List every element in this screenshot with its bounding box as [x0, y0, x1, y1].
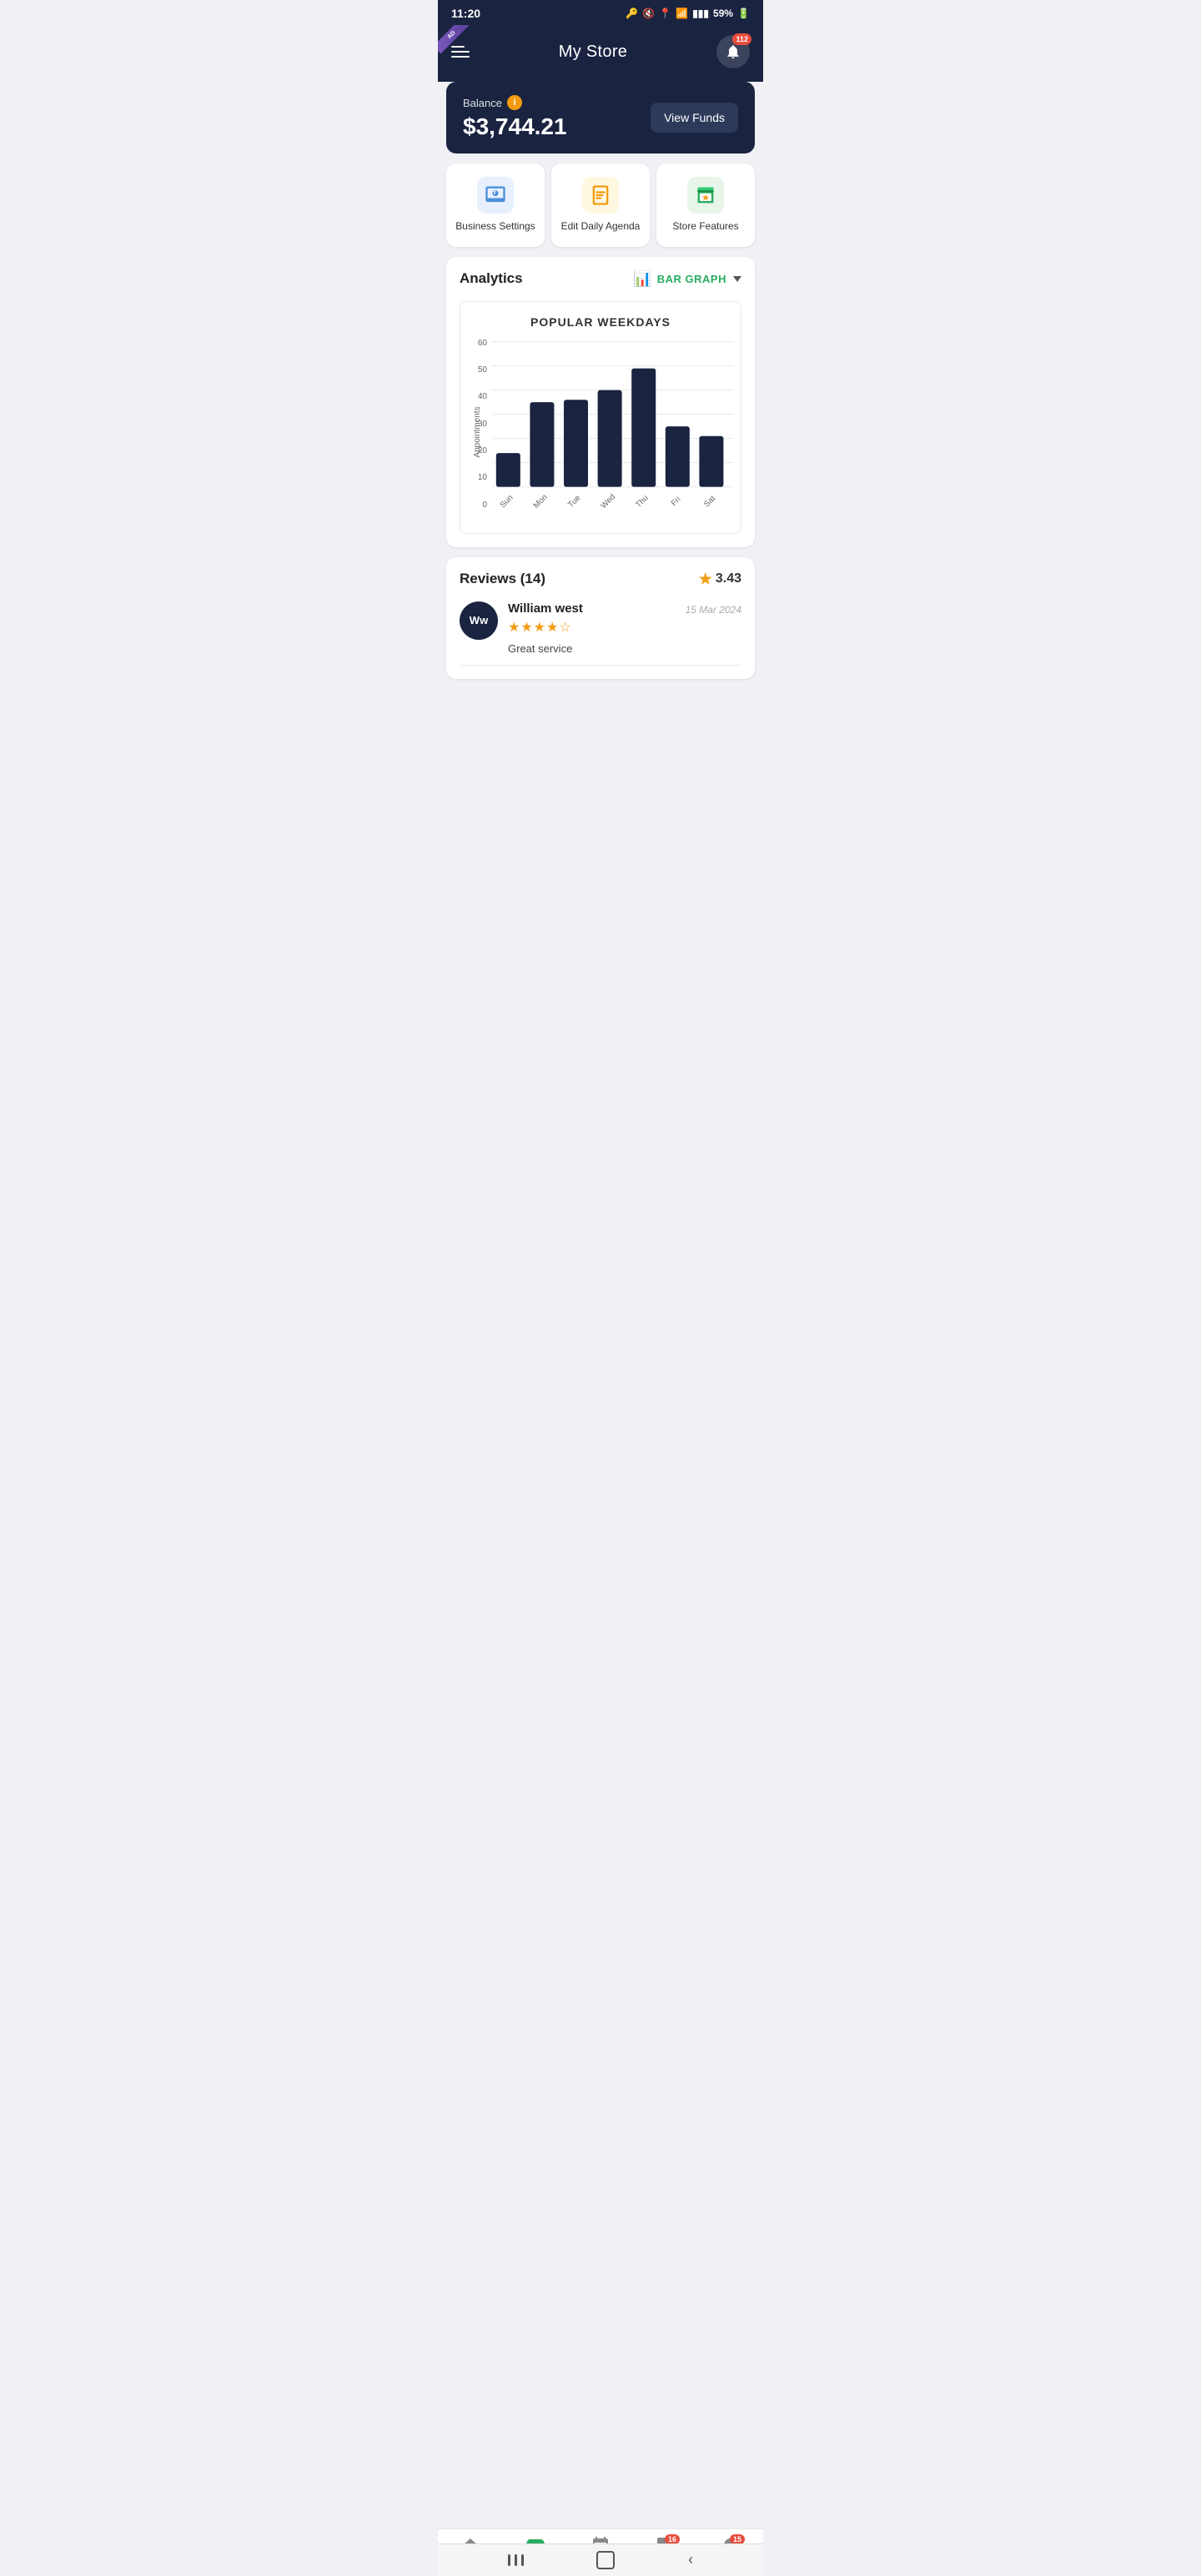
analytics-section: Analytics 📊 BAR GRAPH POPULAR WEEKDAYS 6…: [446, 257, 755, 547]
bar-chart-svg: Sun Mon Tue Wed Thu Fri Sat: [492, 339, 734, 522]
balance-info: Balance i $3,744.21: [463, 95, 567, 140]
android-menu-icon[interactable]: [508, 2551, 524, 2569]
store-icon: [694, 184, 717, 207]
svg-text:Wed: Wed: [600, 492, 618, 511]
bars-area: Sun Mon Tue Wed Thu Fri Sat: [492, 339, 734, 526]
chart-type-label: BAR GRAPH: [657, 273, 726, 285]
chart-title: POPULAR WEEKDAYS: [467, 315, 734, 329]
settings-icon: [484, 184, 507, 207]
view-funds-button[interactable]: View Funds: [651, 103, 738, 133]
y-axis-title: Appointments: [473, 407, 482, 458]
android-home-icon[interactable]: [596, 2551, 615, 2569]
notification-button[interactable]: 112: [716, 35, 750, 68]
android-back-icon[interactable]: ‹: [688, 2551, 693, 2569]
reviewer-avatar: Ww: [460, 601, 498, 640]
balance-info-button[interactable]: i: [507, 95, 522, 110]
reviews-title: Reviews (14): [460, 571, 545, 587]
battery-icon: 🔋: [737, 8, 750, 19]
analytics-header: Analytics 📊 BAR GRAPH: [460, 270, 741, 288]
store-features-card[interactable]: Store Features: [656, 164, 755, 247]
store-features-icon-wrapper: [687, 177, 724, 214]
status-bar: 11:20 🔑 🔇 📍 📶 ▮▮▮ 59% 🔋: [438, 0, 763, 25]
store-features-label: Store Features: [672, 220, 738, 234]
agenda-icon: [589, 184, 612, 207]
balance-card: Balance i $3,744.21 View Funds: [446, 82, 755, 153]
business-settings-card[interactable]: Business Settings: [446, 164, 545, 247]
svg-text:Sun: Sun: [499, 493, 515, 510]
svg-text:Tue: Tue: [566, 493, 582, 509]
header: AD My Store 112: [438, 25, 763, 82]
edit-daily-agenda-label: Edit Daily Agenda: [561, 220, 641, 234]
svg-text:Fri: Fri: [670, 495, 683, 508]
svg-text:Thu: Thu: [634, 493, 651, 510]
rating-value: 3.43: [716, 571, 741, 586]
mute-icon: 🔇: [642, 8, 655, 19]
battery-display: 59%: [713, 8, 733, 19]
key-icon: 🔑: [626, 8, 638, 19]
android-nav-bar: ‹: [438, 2543, 763, 2576]
quick-actions: Business Settings Edit Daily Agenda: [446, 164, 755, 247]
review-content: William west 15 Mar 2024 ★★★★☆ Great ser…: [508, 601, 741, 655]
svg-text:Sat: Sat: [702, 494, 717, 509]
wifi-icon: 📶: [676, 8, 688, 19]
agenda-icon-wrapper: [582, 177, 619, 214]
balance-label: Balance i: [463, 95, 567, 110]
review-date: 15 Mar 2024: [686, 604, 741, 616]
signal-icon: ▮▮▮: [692, 8, 709, 19]
review-meta: William west 15 Mar 2024: [508, 601, 741, 619]
chart-container: POPULAR WEEKDAYS 60 50 40 30 20 10 0 App…: [460, 301, 741, 534]
edit-daily-agenda-card[interactable]: Edit Daily Agenda: [551, 164, 650, 247]
page-title: My Store: [559, 43, 627, 62]
business-settings-icon-wrapper: [477, 177, 514, 214]
review-text: Great service: [508, 642, 741, 655]
chart-icon: 📊: [633, 270, 651, 288]
chevron-down-icon: [733, 276, 741, 282]
reviews-header: Reviews (14) ★ 3.43: [460, 571, 741, 588]
analytics-title: Analytics: [460, 270, 523, 287]
review-item: Ww William west 15 Mar 2024 ★★★★☆ Great …: [460, 601, 741, 666]
chart-type-button[interactable]: 📊 BAR GRAPH: [633, 270, 741, 288]
reviews-section: Reviews (14) ★ 3.43 Ww William west 15 M…: [446, 557, 755, 679]
svg-text:Mon: Mon: [532, 492, 550, 510]
status-icons: 🔑 🔇 📍 📶 ▮▮▮ 59% 🔋: [626, 8, 750, 19]
rating-star-icon: ★: [699, 571, 712, 588]
business-settings-label: Business Settings: [455, 220, 535, 234]
time-display: 11:20: [451, 7, 480, 20]
notification-badge: 112: [732, 33, 751, 45]
rating-display: ★ 3.43: [699, 571, 741, 588]
menu-button[interactable]: [451, 46, 470, 58]
balance-amount: $3,744.21: [463, 113, 567, 140]
bell-icon: [725, 43, 741, 60]
reviewer-name: William west: [508, 601, 583, 616]
review-stars: ★★★★☆: [508, 619, 741, 636]
location-icon: 📍: [659, 8, 671, 19]
